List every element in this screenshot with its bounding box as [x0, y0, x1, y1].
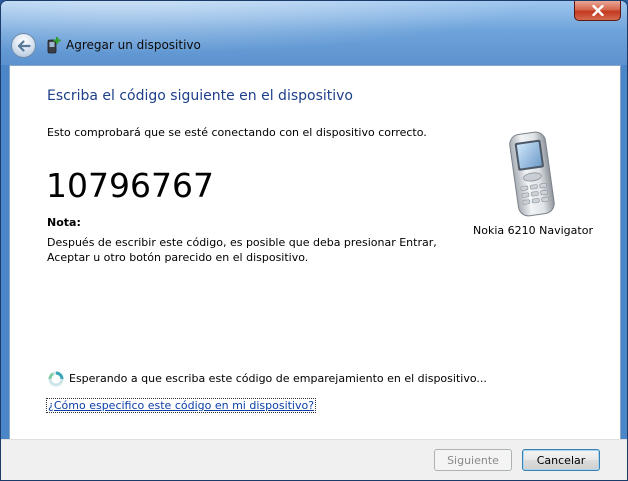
note-line-1: Después de escribir este código, es posi… [47, 236, 437, 249]
pairing-code: 10796767 [46, 166, 214, 205]
content-panel: Escriba el código siguiente en el dispos… [9, 65, 621, 474]
description-text: Esto comprobará que se esté conectando c… [47, 126, 427, 139]
add-device-icon [47, 37, 61, 54]
note-text: Después de escribir este código, es posi… [47, 235, 447, 265]
help-link[interactable]: ¿Cómo especifico este código en mi dispo… [45, 398, 317, 413]
add-device-window: Agregar un dispositivo Escriba el código… [0, 0, 628, 481]
cancel-button[interactable]: Cancelar [522, 449, 600, 471]
title-bar [1, 1, 627, 65]
back-button[interactable] [11, 33, 36, 58]
device-name: Nokia 6210 Navigator [473, 224, 593, 237]
note-line-2: Aceptar u otro botón parecido en el disp… [47, 251, 309, 264]
window-title: Agregar un dispositivo [66, 38, 201, 52]
close-icon [591, 5, 604, 16]
page-heading: Escriba el código siguiente en el dispos… [47, 88, 353, 104]
note-label: Nota: [47, 216, 81, 229]
close-button[interactable] [574, 1, 621, 21]
mobile-phone-icon [509, 131, 555, 217]
waiting-status-text: Esperando a que escriba este código de e… [69, 372, 487, 385]
button-bar: Siguiente Cancelar [1, 439, 627, 480]
back-arrow-icon [17, 39, 31, 52]
next-button[interactable]: Siguiente [434, 449, 512, 471]
busy-spinner-icon [48, 371, 64, 387]
